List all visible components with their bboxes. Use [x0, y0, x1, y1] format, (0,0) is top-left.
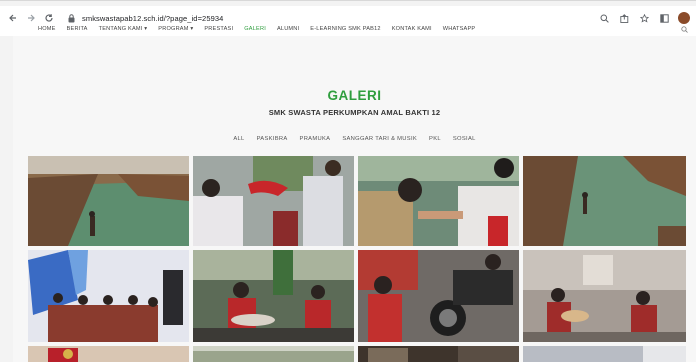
forward-icon[interactable] — [24, 9, 38, 27]
share-icon[interactable] — [618, 12, 630, 24]
gallery-section: GALERI SMK SWASTA PERKUMPKAN AMAL BAKTI … — [13, 36, 696, 362]
filter-paskibra[interactable]: PASKIBRA — [257, 136, 288, 142]
nav-item-whatsapp[interactable]: WhatsApp — [443, 26, 476, 32]
photo-row3-4[interactable] — [523, 346, 686, 362]
profile-avatar[interactable] — [678, 12, 690, 24]
window-icon[interactable] — [658, 12, 670, 24]
photo-motorcycle-workshop[interactable] — [358, 250, 519, 342]
photo-dance-performance[interactable] — [28, 250, 189, 342]
nav-item-program[interactable]: PROGRAM ▾ — [158, 26, 193, 32]
filter-sanggar-tari-musik[interactable]: SANGGAR TARI & MUSIK — [342, 136, 417, 142]
filter-sosial[interactable]: SOSIAL — [453, 136, 476, 142]
nav-item-e-learning-smk-pab12[interactable]: E-LEARNING SMK PAB12 — [310, 26, 380, 32]
nav-item-alumni[interactable]: ALUMNI — [277, 26, 299, 32]
reload-icon[interactable] — [42, 9, 56, 27]
window-top-border — [0, 0, 696, 1]
photo-pramuka-handshake[interactable] — [358, 156, 519, 246]
url-text[interactable]: smkswastapab12.sch.id/?page_id=25934 — [82, 14, 223, 23]
gallery-subtitle: SMK SWASTA PERKUMPKAN AMAL BAKTI 12 — [268, 108, 441, 117]
nav-item-home[interactable]: HOME — [38, 26, 56, 32]
search-icon[interactable] — [598, 12, 610, 24]
photo-row3-2[interactable] — [193, 346, 354, 362]
photo-row3-1[interactable] — [28, 346, 189, 362]
photo-music-band[interactable] — [193, 250, 354, 342]
address-bar[interactable]: smkswastapab12.sch.id/?page_id=25934 — [62, 9, 588, 27]
filter-all[interactable]: All — [233, 136, 244, 142]
filter-pkl[interactable]: PKL — [429, 136, 441, 142]
site-navigation: HOME BERITA TENTANG KAMI ▾ PROGRAM ▾ PRESTAS… — [0, 26, 696, 36]
site-search-icon[interactable] — [681, 26, 688, 35]
nav-item-galeri[interactable]: GALERI — [244, 26, 266, 32]
photo-classroom-guitar[interactable] — [523, 250, 686, 342]
nav-item-kontak-kami[interactable]: KONTAK KAMI — [392, 26, 432, 32]
photo-flag-ceremony[interactable] — [193, 156, 354, 246]
star-icon[interactable] — [638, 12, 650, 24]
gallery-title: GALERI — [327, 88, 382, 103]
filter-pramuka[interactable]: PRAMUKA — [300, 136, 331, 142]
nav-item-tentang-kami[interactable]: TENTANG KAMI ▾ — [99, 26, 148, 32]
photo-parade-field[interactable] — [28, 156, 189, 246]
nav-item-berita[interactable]: BERITA — [67, 26, 88, 32]
gallery-filters: All PASKIBRA PRAMUKA SANGGAR TARI & MUSIK PK… — [13, 136, 696, 142]
photo-parade-field-2[interactable] — [523, 156, 686, 246]
lock-icon[interactable] — [66, 12, 76, 24]
nav-item-prestasi[interactable]: PRESTASI — [204, 26, 233, 32]
photo-row3-3[interactable] — [358, 346, 519, 362]
nav-menu: HOME BERITA TENTANG KAMI ▾ PROGRAM ▾ PRESTAS… — [38, 26, 486, 32]
back-icon[interactable] — [6, 9, 20, 27]
